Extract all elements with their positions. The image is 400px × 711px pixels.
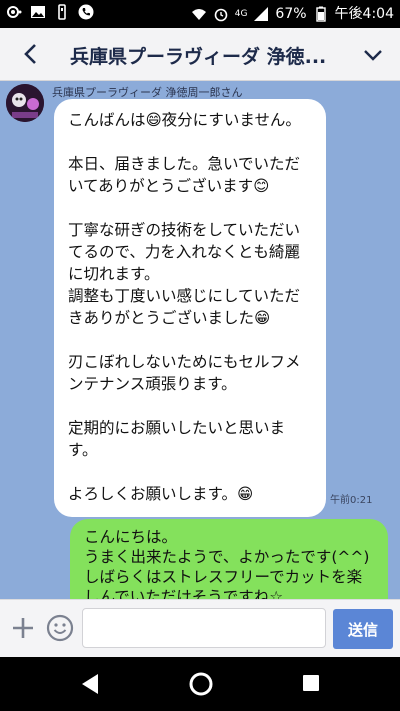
phone-icon [78,4,94,20]
battery-percent: 67% [275,6,307,22]
nav-recent-apps-icon[interactable] [302,674,320,692]
network-type: 4G [234,9,248,19]
system-nav-bar [0,657,400,711]
usb-icon [58,4,66,20]
back-arrow-icon[interactable] [18,41,44,67]
image-icon [31,6,45,18]
avatar[interactable] [6,84,44,122]
battery-icon [315,6,326,22]
record-icon [7,6,22,18]
send-button[interactable]: 送信 [333,609,393,649]
emoji-icon[interactable] [46,614,74,642]
nav-home-icon[interactable] [188,671,214,697]
chat-header: 兵庫県プーラヴィーダ 浄徳... [0,28,400,81]
message-input-bar: 送信 [0,599,400,658]
outgoing-message-bubble[interactable]: こんにちは。 うまく出来たようで、よかったです(^^) しばらくはストレスフリー… [70,519,388,599]
plus-icon[interactable] [11,616,35,640]
incoming-message-bubble[interactable]: こんばんは😄夜分にすいません。 本日、届きました。急いでいただいてありがとうござ… [54,99,326,517]
chat-area[interactable]: 兵庫県プーラヴィーダ 浄徳周一郎さん こんばんは😄夜分にすいません。 本日、届き… [0,81,400,599]
message-timestamp: 午前0:21 [330,495,373,506]
sender-name: 兵庫県プーラヴィーダ 浄徳周一郎さん [52,86,243,99]
wifi-icon [191,9,206,20]
status-bar: 4G 67% 午後4:04 [0,0,400,28]
clock: 午後4:04 [334,6,394,22]
signal-icon [254,7,269,21]
nav-back-icon[interactable] [78,672,102,696]
chevron-down-icon[interactable] [362,44,384,66]
avatar-image [6,84,44,122]
message-input[interactable] [82,608,326,648]
alarm-icon [214,8,228,22]
chat-title[interactable]: 兵庫県プーラヴィーダ 浄徳... [70,42,340,69]
